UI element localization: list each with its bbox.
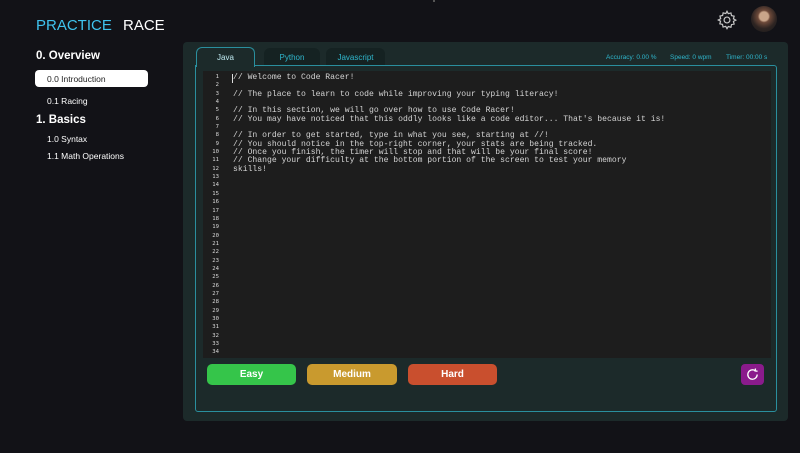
line-number: 25 [212,274,219,281]
line-number: 18 [212,215,219,222]
line-number: 21 [212,240,219,247]
speed-stat: Speed: 0 wpm [670,54,712,61]
code-line: // The place to learn to code while impr… [233,89,559,99]
line-number: 10 [212,149,219,156]
section-overview-title: 0. Overview [36,50,100,62]
accuracy-stat: Accuracy: 0.00 % [606,54,657,61]
line-number: 1 [215,74,219,80]
line-number: 15 [212,190,219,197]
avatar[interactable] [751,6,777,32]
tab-java[interactable]: Java [196,47,255,67]
line-number: 29 [212,307,219,314]
line-number: 27 [212,290,219,297]
sidebar-item-racing[interactable]: 0.1 Racing [47,96,88,106]
line-number: 3 [215,90,219,97]
reset-button[interactable] [741,364,764,385]
gear-icon[interactable] [716,9,738,31]
line-number: 11 [212,157,219,164]
easy-button[interactable]: Easy [207,364,296,385]
code-editor[interactable]: 1 2 3 4 5 6 7 8 9 10 11 12 13 14 15 16 17 18 19 20 21 22 23 24 2… [203,71,771,358]
code-line: skills! [233,164,267,174]
line-number: 32 [212,332,219,339]
sidebar-item-math-operations[interactable]: 1.1 Math Operations [47,151,124,161]
line-number: 34 [212,349,219,356]
line-number: 9 [215,140,219,147]
top-indicator [433,0,435,2]
section-basics-title: 1. Basics [36,114,86,126]
line-number: 12 [212,165,219,172]
sidebar-item-introduction[interactable]: 0.0 Introduction [35,70,148,87]
tab-python[interactable]: Python [264,48,320,66]
refresh-icon [747,368,758,380]
medium-button[interactable]: Medium [307,364,397,385]
sidebar-item-syntax[interactable]: 1.0 Syntax [47,134,87,144]
line-number: 23 [212,257,219,264]
code-text[interactable]: // Welcome to Code Racer! // The place to… [233,73,763,174]
code-line: // Change your difficulty at the bottom … [233,156,627,166]
line-number: 26 [212,282,219,289]
line-number: 6 [215,115,219,122]
nav-practice-link[interactable]: PRACTICE [36,17,112,34]
line-number: 20 [212,232,219,239]
line-number: 30 [212,315,219,322]
line-number: 16 [212,199,219,206]
tab-javascript[interactable]: Javascript [326,48,385,66]
line-number: 4 [215,99,219,106]
line-number: 8 [215,132,219,139]
line-number: 33 [212,341,219,347]
nav-race-link[interactable]: RACE [123,17,165,34]
line-number: 24 [212,265,219,272]
line-number: 5 [215,107,219,114]
line-number: 28 [212,299,219,306]
line-number: 7 [215,124,219,131]
line-number: 14 [212,182,219,189]
line-number: 22 [212,249,219,256]
line-number: 17 [212,207,219,214]
sidebar-item-label: 0.0 Introduction [47,74,106,84]
line-number: 13 [212,174,219,181]
hard-button[interactable]: Hard [408,364,497,385]
line-number: 19 [212,224,219,231]
code-line: // Welcome to Code Racer! [233,73,355,82]
timer-stat: Timer: 00:00 s [726,54,768,61]
line-number: 31 [212,324,219,331]
code-line: // You may have noticed that this oddly … [233,114,666,124]
line-number: 2 [215,82,219,89]
line-number-gutter: 1 2 3 4 5 6 7 8 9 10 11 12 13 14 15 16 17 18 19 20 21 22 23 24 2… [203,73,219,357]
